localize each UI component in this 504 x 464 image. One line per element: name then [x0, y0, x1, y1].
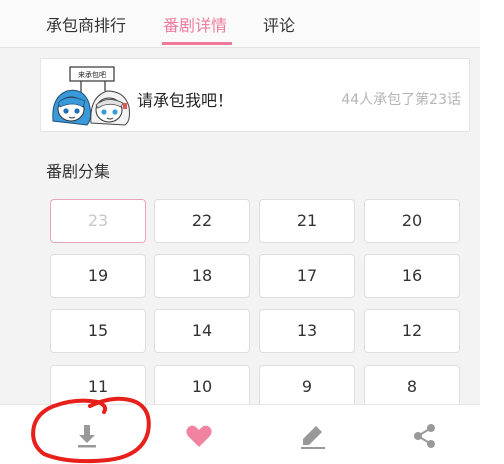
episode-button-current[interactable]: 23: [50, 199, 146, 243]
episode-button[interactable]: 12: [364, 309, 460, 353]
episode-button[interactable]: 11: [50, 365, 146, 404]
episode-button[interactable]: 14: [154, 309, 250, 353]
tab-anime-details[interactable]: 番剧详情: [163, 12, 227, 36]
episode-button[interactable]: 15: [50, 309, 146, 353]
sponsor-count: 44人承包了第23话: [341, 92, 461, 108]
tab-sponsor-ranking[interactable]: 承包商排行: [46, 12, 126, 36]
episode-button[interactable]: 18: [154, 254, 250, 298]
episode-button[interactable]: 21: [259, 199, 355, 243]
active-tab-indicator: [162, 42, 232, 45]
tab-bar: 承包商排行 番剧详情 评论: [0, 0, 480, 48]
episode-button[interactable]: 13: [259, 309, 355, 353]
pencil-icon[interactable]: [298, 421, 328, 451]
sponsor-prompt: 请承包我吧！: [137, 91, 234, 110]
episode-button[interactable]: 16: [364, 254, 460, 298]
tab-comments[interactable]: 评论: [263, 12, 295, 36]
episode-button[interactable]: 20: [364, 199, 460, 243]
download-icon[interactable]: [72, 421, 102, 451]
episode-button[interactable]: 22: [154, 199, 250, 243]
sponsor-card[interactable]: 来承包吧 请承包我吧！ 44人承包了第23话: [40, 58, 470, 132]
bottom-toolbar: [0, 404, 480, 464]
episode-button[interactable]: 17: [259, 254, 355, 298]
episode-grid: 23 22 21 20 19 18 17 16 15 14 13 12 11 1…: [48, 199, 460, 404]
episode-button[interactable]: 9: [259, 365, 355, 404]
mascot-image: 来承包吧: [52, 66, 130, 126]
episode-button[interactable]: 8: [364, 365, 460, 404]
mascot-sign-text: 来承包吧: [78, 70, 106, 79]
right-margin: [480, 0, 504, 464]
heart-icon[interactable]: [184, 421, 214, 451]
episode-button[interactable]: 19: [50, 254, 146, 298]
share-icon[interactable]: [410, 421, 440, 451]
episodes-title: 番剧分集: [46, 162, 111, 181]
episode-button[interactable]: 10: [154, 365, 250, 404]
